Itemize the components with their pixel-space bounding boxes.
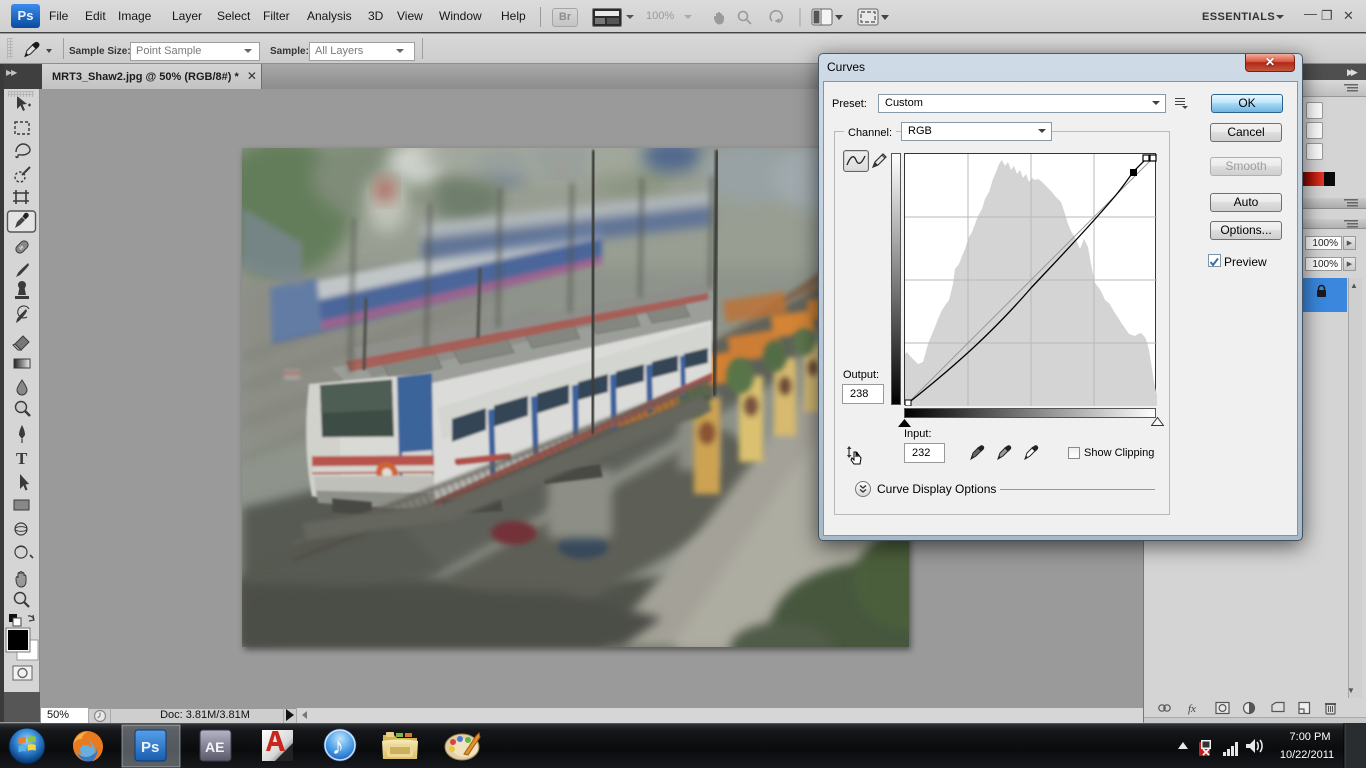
svg-text:T: T bbox=[16, 449, 28, 468]
svg-text:fx: fx bbox=[1188, 703, 1196, 715]
svg-text:AE: AE bbox=[205, 739, 224, 755]
svg-text:Ps: Ps bbox=[141, 739, 159, 756]
svg-text:♪: ♪ bbox=[332, 733, 344, 760]
